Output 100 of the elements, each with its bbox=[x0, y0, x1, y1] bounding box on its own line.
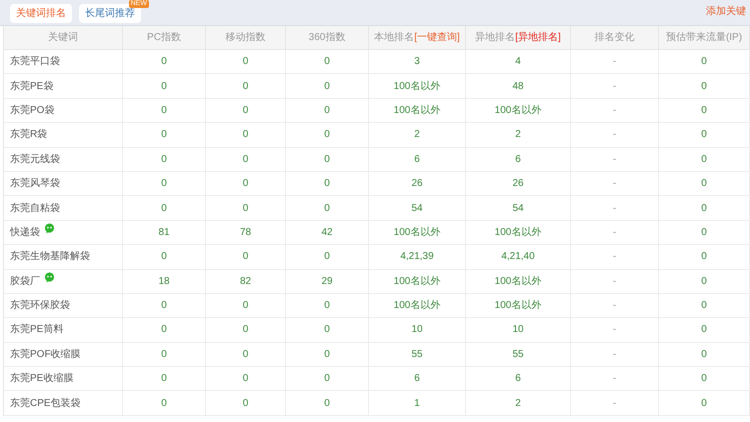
table-cell-text: 0 bbox=[161, 250, 167, 264]
keyword-text: 东莞POF收缩膜 bbox=[10, 348, 81, 362]
table-cell-text: 48 bbox=[512, 80, 524, 94]
keyword-text: 东莞PE袋 bbox=[10, 80, 54, 94]
table-cell-text: 0 bbox=[701, 250, 707, 264]
table-cell-text: 100名以外 bbox=[394, 298, 440, 314]
table-cell-text: 0 bbox=[324, 323, 330, 338]
table-cell-text: 0 bbox=[161, 177, 167, 192]
table-cell-text: 29 bbox=[321, 274, 333, 289]
table-cell-text: 100名以外 bbox=[394, 274, 440, 289]
table-cell-text: 0 bbox=[701, 80, 707, 94]
table-cell-text: 2 bbox=[414, 128, 420, 142]
table-cell-text: 0 bbox=[701, 128, 707, 142]
table-cell-text: 0 bbox=[324, 372, 330, 386]
table-cell-text: - bbox=[612, 80, 616, 94]
table-cell-text: 0 bbox=[161, 396, 167, 411]
table-cell-text: 6 bbox=[414, 152, 420, 167]
keyword-text: 东莞风琴袋 bbox=[10, 176, 60, 192]
table-cell-text: 100名以外 bbox=[394, 104, 440, 118]
keyword-text: 东莞自粘袋 bbox=[10, 202, 60, 216]
table-cell-text: 0 bbox=[161, 104, 167, 118]
table-cell-text: 82 bbox=[240, 274, 252, 289]
table-cell-text: 0 bbox=[324, 104, 330, 118]
keyword-text: 东莞R袋 bbox=[10, 128, 48, 142]
table-cell-text: 6 bbox=[414, 372, 420, 386]
table-cell-text: 0 bbox=[701, 55, 707, 70]
keyword-text: 东莞CPE包装袋 bbox=[10, 396, 81, 411]
table-cell-text: 0 bbox=[161, 299, 167, 314]
table-cell-text: - bbox=[612, 348, 616, 362]
table-cell-text: 55 bbox=[411, 348, 423, 362]
table-cell-text: 0 bbox=[242, 372, 248, 386]
keyword-text: 快递袋 bbox=[10, 226, 40, 240]
column-header: 预估带来流量(IP) bbox=[659, 26, 750, 49]
table-cell-text: 0 bbox=[161, 152, 167, 167]
table-cell-text: 100名以外 bbox=[494, 274, 542, 289]
table-cell-text: 0 bbox=[701, 104, 707, 118]
table-cell-text: 0 bbox=[242, 152, 248, 167]
table-cell-text: 0 bbox=[242, 55, 248, 70]
table-cell-text: 100名以外 bbox=[494, 226, 542, 240]
table-cell-text: 0 bbox=[324, 299, 330, 314]
table-cell-text: 0 bbox=[161, 372, 167, 386]
table-cell-text: 0 bbox=[701, 348, 707, 362]
table-cell-text: 0 bbox=[242, 250, 248, 264]
table-cell-text: 0 bbox=[701, 152, 707, 167]
table-cell-text: 0 bbox=[161, 80, 167, 94]
table-cell-text: 100名以外 bbox=[494, 104, 542, 118]
table-cell-text: - bbox=[612, 250, 616, 264]
table-cell-text: 81 bbox=[158, 226, 170, 240]
table-cell-text: 0 bbox=[242, 104, 248, 118]
column-header: 移动指数 bbox=[206, 26, 286, 49]
table-cell-text: 0 bbox=[701, 202, 707, 216]
table-cell-text: 4 bbox=[515, 55, 521, 70]
column-header: 关键词 bbox=[4, 26, 123, 49]
keyword-text: 东莞平口袋 bbox=[10, 54, 60, 70]
table-cell-text: 10 bbox=[512, 323, 524, 338]
column-header: PC指数 bbox=[123, 26, 206, 49]
table-cell-text: 0 bbox=[161, 348, 167, 362]
table-cell-text: 0 bbox=[161, 55, 167, 70]
table-cell-text: 100名以外 bbox=[394, 80, 440, 94]
table-cell-text: - bbox=[612, 372, 616, 386]
tab[interactable]: 关键词排名 bbox=[10, 4, 72, 23]
keyword-text: 东莞环保胶袋 bbox=[10, 298, 70, 314]
table-cell-text: 0 bbox=[161, 128, 167, 142]
header-link[interactable]: [异地排名] bbox=[515, 30, 561, 45]
table-cell-text: 0 bbox=[701, 274, 707, 289]
table-cell-text: 0 bbox=[242, 128, 248, 142]
table-cell-text: 0 bbox=[701, 226, 707, 240]
table-cell-text: - bbox=[612, 226, 616, 240]
table-cell-text: - bbox=[612, 104, 616, 118]
table-cell-text: 0 bbox=[324, 396, 330, 411]
table-cell-text: 54 bbox=[411, 202, 423, 216]
table-cell-text: - bbox=[612, 323, 616, 338]
table-cell-text: 100名以外 bbox=[394, 226, 440, 240]
tab[interactable]: 长尾词推荐 bbox=[79, 4, 141, 23]
table-cell-text: - bbox=[612, 299, 616, 314]
table-cell-text: 6 bbox=[515, 152, 521, 167]
table-cell-text: 54 bbox=[512, 202, 524, 216]
table-cell-text: 0 bbox=[701, 323, 707, 338]
table-cell-text: 4,21,40 bbox=[501, 250, 535, 264]
table-cell-text: 0 bbox=[324, 152, 330, 167]
table-cell-text: 78 bbox=[240, 226, 252, 240]
table-cell-text: 2 bbox=[515, 396, 521, 411]
table-cell-text: 0 bbox=[324, 348, 330, 362]
table-cell-text: 0 bbox=[242, 202, 248, 216]
table-cell-text: 0 bbox=[242, 348, 248, 362]
table-cell-text: 100名以外 bbox=[494, 298, 542, 314]
table-cell-text: - bbox=[612, 396, 616, 411]
table-cell-text: 26 bbox=[411, 177, 423, 192]
table-cell-text: 0 bbox=[324, 177, 330, 192]
keyword-text: 东莞PE筒料 bbox=[10, 322, 64, 338]
table-cell-text: 4,21,39 bbox=[400, 250, 434, 264]
keyword-text: 东莞元线袋 bbox=[10, 152, 60, 167]
keyword-text: 东莞PO袋 bbox=[10, 104, 54, 118]
header-link[interactable]: [一键查询] bbox=[414, 30, 460, 45]
keyword-text: 东莞PE收缩膜 bbox=[10, 372, 74, 386]
table-cell-text: 0 bbox=[324, 202, 330, 216]
table-cell-text: 0 bbox=[701, 177, 707, 192]
table-cell-text: 0 bbox=[161, 202, 167, 216]
add-keyword-link[interactable]: 添加关键 bbox=[706, 4, 746, 19]
table-cell-text: 0 bbox=[701, 396, 707, 411]
